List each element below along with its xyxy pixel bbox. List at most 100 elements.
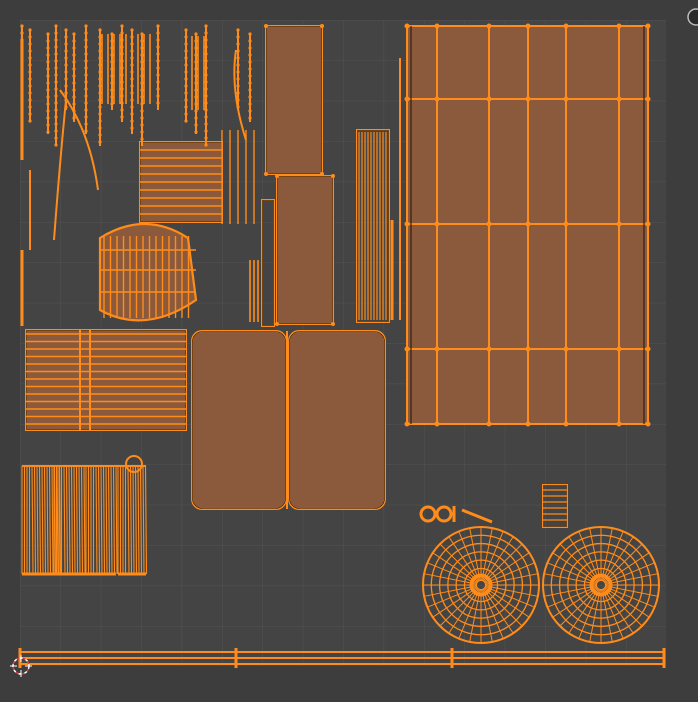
thin-strip-vertex bbox=[98, 133, 102, 137]
double-panel-right bbox=[288, 330, 386, 510]
grid-panel-vertex bbox=[434, 96, 440, 102]
grid-panel-vertex bbox=[563, 421, 569, 427]
thin-strip-vertex bbox=[84, 38, 88, 42]
thin-strip-vertex bbox=[204, 38, 208, 42]
thin-strip-vertex bbox=[156, 24, 160, 28]
thin-strip-vertex bbox=[140, 32, 144, 36]
thin-strip-vertex bbox=[140, 88, 144, 92]
thin-strip-vertex bbox=[72, 116, 76, 120]
thin-strip-vertex bbox=[46, 60, 50, 64]
thin-strip-vertex bbox=[120, 38, 124, 42]
thin-strip-vertex bbox=[156, 31, 160, 35]
grid-panel-vertex bbox=[563, 221, 569, 227]
thin-strip-vertex bbox=[130, 105, 134, 109]
grid-panel-vertex bbox=[525, 346, 531, 352]
thin-strip-vertex bbox=[194, 116, 198, 120]
thin-strip-vertex bbox=[64, 63, 68, 67]
grid-panel-vertex bbox=[525, 96, 531, 102]
thin-strip-vertex bbox=[84, 73, 88, 77]
thin-strip-vertex bbox=[120, 101, 124, 105]
thin-strip-vertex bbox=[248, 81, 252, 85]
thin-strip-vertex bbox=[54, 101, 58, 105]
thin-strip-vertex bbox=[28, 28, 32, 32]
plank-vertex bbox=[275, 174, 279, 178]
thin-strip-vertex bbox=[54, 38, 58, 42]
thin-strip-vertex bbox=[98, 98, 102, 102]
thin-strip-vertex bbox=[54, 136, 58, 140]
thin-strip-vertex bbox=[110, 39, 114, 43]
gizmo-icon[interactable] bbox=[676, 6, 698, 28]
thin-strip-vertex bbox=[120, 87, 124, 91]
thin-strip-vertex bbox=[236, 42, 240, 46]
thin-strip-vertex bbox=[140, 60, 144, 64]
thin-strip-vertex bbox=[140, 39, 144, 43]
thin-strip-vertex bbox=[236, 91, 240, 95]
thin-strip-vertex bbox=[120, 73, 124, 77]
thin-strip-vertex bbox=[84, 24, 88, 28]
thin-strip-vertex bbox=[194, 130, 198, 134]
thin-strip-vertex bbox=[248, 95, 252, 99]
thin-strip-vertex bbox=[140, 116, 144, 120]
thin-strip-vertex bbox=[46, 32, 50, 36]
thin-strip-vertex bbox=[156, 94, 160, 98]
thin-strip-vertex bbox=[204, 136, 208, 140]
thin-strip-vertex bbox=[110, 88, 114, 92]
thin-strip-vertex bbox=[204, 108, 208, 112]
thin-strip-vertex bbox=[46, 88, 50, 92]
thin-strip-vertex bbox=[28, 56, 32, 60]
grid-panel-vertex bbox=[434, 23, 440, 29]
thin-strip-vertex bbox=[28, 77, 32, 81]
thin-strip-vertex bbox=[236, 35, 240, 39]
thin-strip-vertex bbox=[110, 67, 114, 71]
thin-strip-vertex bbox=[64, 56, 68, 60]
thin-strip-vertex bbox=[194, 95, 198, 99]
thin-strip-vertex bbox=[110, 53, 114, 57]
thin-strip-vertex bbox=[248, 53, 252, 57]
thin-strip-vertex bbox=[46, 67, 50, 71]
grid-panel-vertex bbox=[525, 221, 531, 227]
thin-strip-vertex bbox=[64, 77, 68, 81]
uv-canvas[interactable] bbox=[0, 0, 698, 702]
grid-panel-vertex bbox=[434, 346, 440, 352]
thin-strip-vertex bbox=[204, 59, 208, 63]
thin-strip-vertex bbox=[194, 123, 198, 127]
2d-cursor-icon[interactable] bbox=[10, 655, 32, 677]
thin-strip-vertex bbox=[204, 24, 208, 28]
thin-strip-vertex bbox=[54, 108, 58, 112]
thin-strip-vertex bbox=[140, 109, 144, 113]
thin-strip-vertex bbox=[54, 52, 58, 56]
grid-panel-vertex bbox=[563, 96, 569, 102]
thin-strip-vertex bbox=[54, 45, 58, 49]
uv-editor-viewport[interactable] bbox=[0, 0, 698, 702]
grid-panel-vertex bbox=[616, 421, 622, 427]
thin-strip-vertex bbox=[120, 66, 124, 70]
thin-strip-vertex bbox=[156, 101, 160, 105]
thin-strip-vertex bbox=[64, 35, 68, 39]
thin-strip-vertex bbox=[204, 73, 208, 77]
thin-strip-vertex bbox=[248, 116, 252, 120]
thin-strip-vertex bbox=[184, 28, 188, 32]
thin-strip-vertex bbox=[98, 77, 102, 81]
thin-strip-vertex bbox=[140, 130, 144, 134]
tall-plank-b bbox=[276, 175, 334, 325]
thin-strip-vertex bbox=[236, 28, 240, 32]
thin-strip-vertex bbox=[184, 112, 188, 116]
thin-strip-vertex bbox=[140, 102, 144, 106]
thin-strip-vertex bbox=[194, 53, 198, 57]
plank-vertex bbox=[320, 172, 324, 176]
thin-strip-vertex bbox=[72, 74, 76, 78]
thin-strip-vertex bbox=[28, 84, 32, 88]
thin-strip-vertex bbox=[54, 122, 58, 126]
thin-strip-vertex bbox=[156, 66, 160, 70]
thin-strip-vertex bbox=[140, 81, 144, 85]
thin-strip-vertex bbox=[156, 59, 160, 63]
thin-strip-vertex bbox=[54, 59, 58, 63]
thin-strip-vertex bbox=[204, 52, 208, 56]
thin-strip-vertex bbox=[140, 123, 144, 127]
thin-strip-vertex bbox=[248, 102, 252, 106]
thin-strip-vertex bbox=[54, 143, 58, 147]
thin-strip-vertex bbox=[28, 70, 32, 74]
thin-strip-vertex bbox=[156, 52, 160, 56]
thin-strip-vertex bbox=[54, 66, 58, 70]
grid-panel-vertex bbox=[404, 221, 410, 227]
